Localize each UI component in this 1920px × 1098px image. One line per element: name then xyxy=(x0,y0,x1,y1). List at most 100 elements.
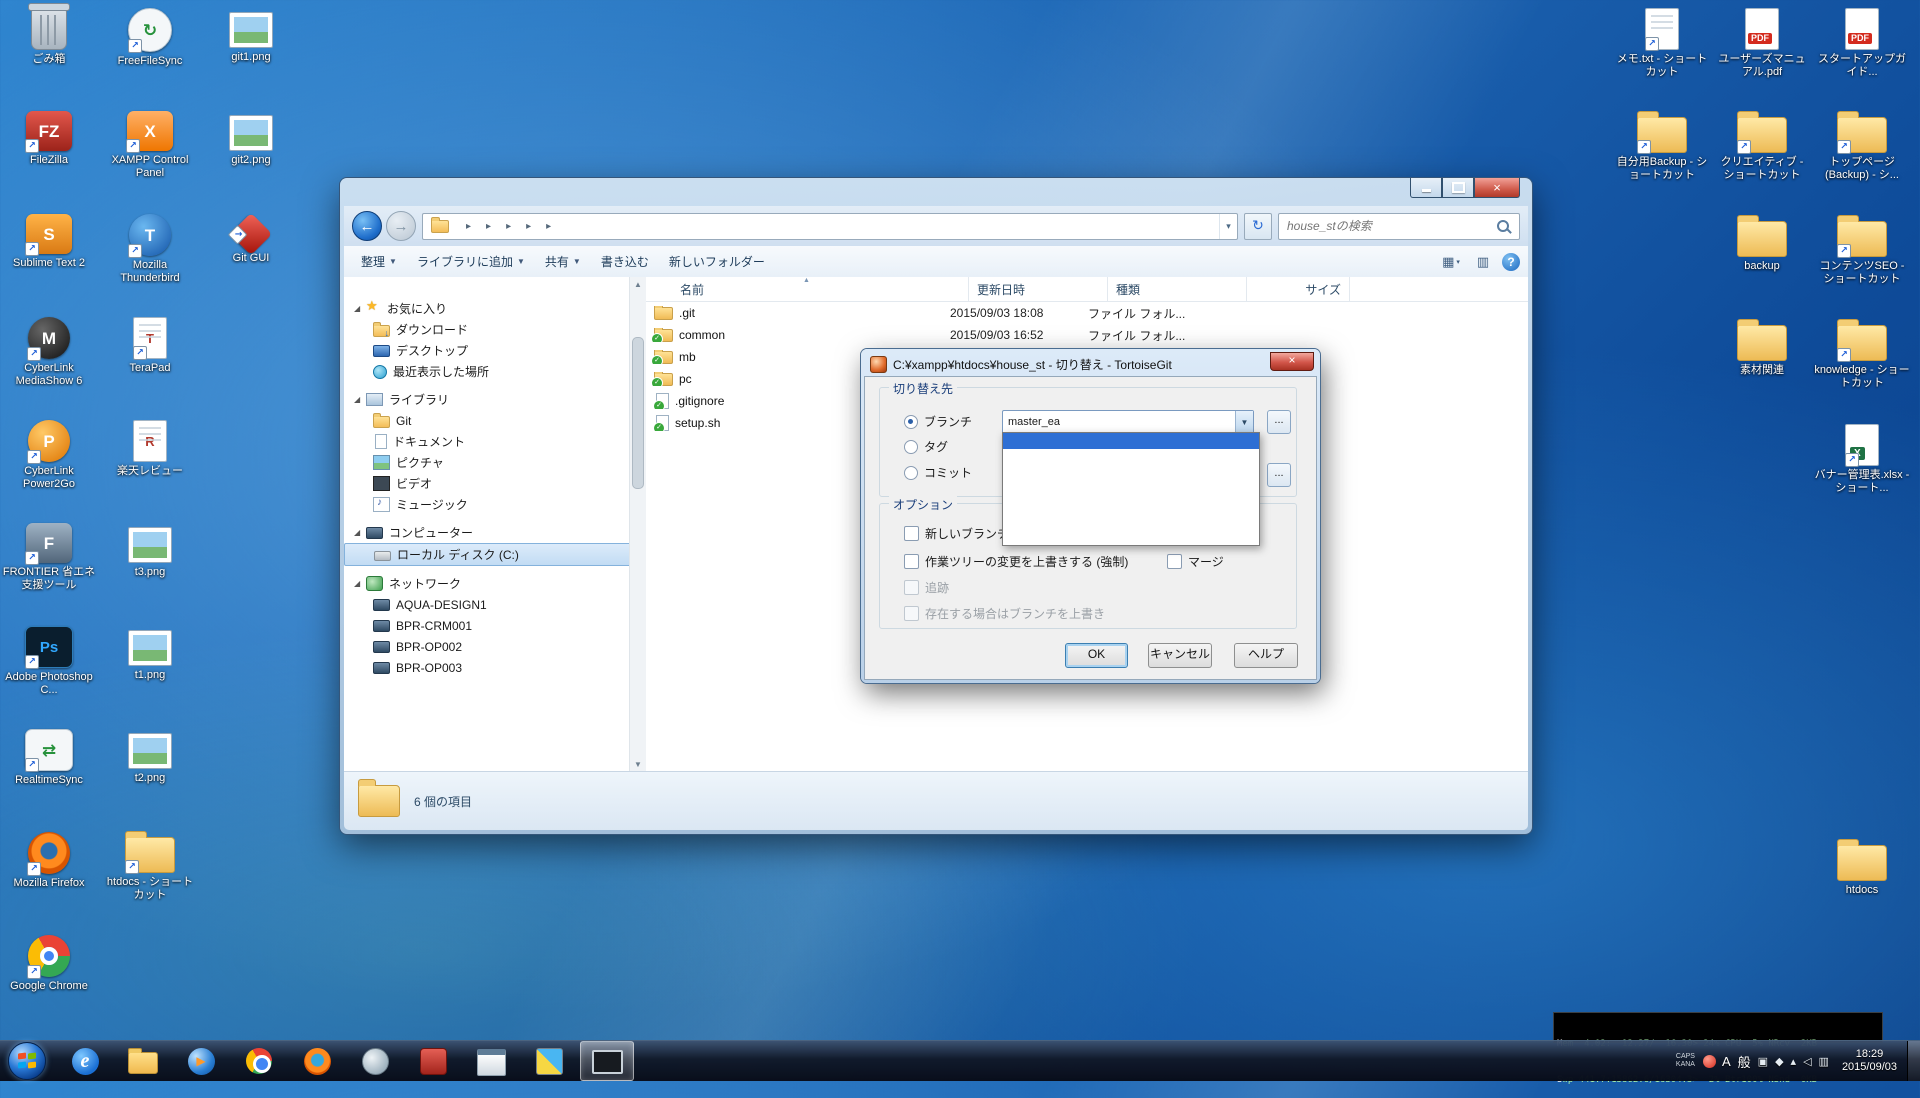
close-button[interactable]: × xyxy=(1474,178,1520,198)
sidebar-item[interactable]: ◢ Git xyxy=(344,410,646,431)
sidebar-item[interactable]: ◢ ローカル ディスク (C:) xyxy=(344,543,646,566)
sidebar-item[interactable]: ◢ ネットワーク xyxy=(344,573,646,594)
desktop-icon[interactable]: 素材関連 xyxy=(1714,320,1810,377)
desktop-icon[interactable]: htdocs xyxy=(1814,840,1910,897)
track-checkbox[interactable]: 追跡 xyxy=(904,579,949,596)
breadcrumb-segment[interactable] xyxy=(475,221,495,232)
scroll-up-icon[interactable]: ▲ xyxy=(630,277,646,292)
back-button[interactable]: ← xyxy=(352,211,382,241)
refresh-button[interactable]: ↻ xyxy=(1244,213,1272,240)
speaker-icon[interactable]: ◁ xyxy=(1803,1055,1811,1068)
breadcrumb-segment[interactable] xyxy=(495,221,515,232)
taskbar-app-icon[interactable]: e xyxy=(58,1041,112,1081)
toolbar-button[interactable]: 新しいフォルダー▼ xyxy=(660,249,774,274)
branch-option[interactable] xyxy=(1003,497,1259,513)
toolbar-button[interactable]: ライブラリに追加▼ xyxy=(408,249,534,274)
maximize-button[interactable] xyxy=(1442,178,1474,198)
cancel-button[interactable]: キャンセル xyxy=(1148,643,1212,668)
show-desktop-button[interactable] xyxy=(1907,1041,1920,1081)
desktop-icon[interactable]: PDF スタートアップガイド... xyxy=(1814,8,1910,79)
toolbar-button[interactable]: 書き込む▼ xyxy=(592,249,658,274)
ime-conversion-mode[interactable]: 般 xyxy=(1738,1052,1751,1071)
taskbar-app-icon[interactable] xyxy=(348,1041,402,1081)
expander-icon[interactable]: ◢ xyxy=(354,579,366,588)
desktop-icon[interactable]: PDF ユーザーズマニュアル.pdf xyxy=(1714,8,1810,79)
branch-option[interactable] xyxy=(1003,465,1259,481)
browse-commit-button[interactable]: ... xyxy=(1267,463,1291,487)
column-header-size[interactable]: サイズ xyxy=(1247,277,1350,301)
taskbar-app-icon[interactable] xyxy=(580,1041,634,1081)
help-button[interactable]: ヘルプ xyxy=(1234,643,1298,668)
taskbar-app-icon[interactable] xyxy=(290,1041,344,1081)
sidebar-item[interactable]: ◢ ライブラリ xyxy=(344,389,646,410)
branch-option[interactable] xyxy=(1003,481,1259,497)
sidebar-item[interactable]: ◢ ドキュメント xyxy=(344,431,646,452)
breadcrumb-segment[interactable] xyxy=(455,221,475,232)
branch-option[interactable] xyxy=(1003,513,1259,529)
branch-option[interactable] xyxy=(1003,433,1259,449)
minimize-button[interactable] xyxy=(1410,178,1442,198)
forward-button[interactable]: → xyxy=(386,211,416,241)
desktop-icon[interactable]: メモ.txt - ショートカット xyxy=(1614,8,1710,79)
sidebar-item[interactable]: ◢ デスクトップ xyxy=(344,340,646,361)
sidebar-item[interactable]: ◢ お気に入り xyxy=(344,298,646,319)
branch-combobox[interactable]: master_ea ▼ xyxy=(1002,410,1254,434)
branch-option[interactable] xyxy=(1003,449,1259,465)
ime-input-mode[interactable]: A xyxy=(1722,1054,1731,1069)
sidebar-item[interactable]: ◢ BPR-CRM001 xyxy=(344,615,646,636)
tag-radio[interactable]: タグ xyxy=(904,438,948,455)
taskbar-app-icon[interactable]: ▶ xyxy=(174,1041,228,1081)
sidebar-item[interactable]: ◢ AQUA-DESIGN1 xyxy=(344,594,646,615)
taskbar-clock[interactable]: 18:29 2015/09/03 xyxy=(1842,1048,1897,1074)
sidebar-item[interactable]: ◢ BPR-OP003 xyxy=(344,657,646,678)
breadcrumb[interactable]: ▾ xyxy=(422,213,1238,240)
ok-button[interactable]: OK xyxy=(1065,643,1128,668)
desktop-icon[interactable]: 自分用Backup - ショートカット xyxy=(1614,112,1710,182)
breadcrumb-segment[interactable] xyxy=(535,221,555,232)
file-row[interactable]: .git 2015/09/03 18:08 ファイル フォル... xyxy=(646,302,1528,324)
desktop-icon[interactable]: クリエイティブ - ショートカット xyxy=(1714,112,1810,182)
column-header-type[interactable]: 種類 xyxy=(1108,277,1247,301)
toolbar-button[interactable]: 整理▼ xyxy=(352,249,406,274)
scroll-down-icon[interactable]: ▼ xyxy=(630,757,646,772)
merge-checkbox[interactable]: マージ xyxy=(1167,553,1224,570)
branch-radio[interactable]: ブランチ xyxy=(904,413,972,430)
force-overwrite-checkbox[interactable]: 作業ツリーの変更を上書きする (強制) xyxy=(904,553,1128,570)
sidebar-item[interactable]: ◢ ビデオ xyxy=(344,473,646,494)
ime-tools-icon[interactable]: ▣ xyxy=(1758,1055,1768,1068)
scrollbar[interactable]: ▲ ▼ xyxy=(629,277,646,772)
desktop-icon[interactable]: トップページ (Backup) - シ... xyxy=(1814,112,1910,182)
sidebar-item[interactable]: ◢ コンピューター xyxy=(344,522,646,543)
browse-ref-button[interactable]: ... xyxy=(1267,410,1291,434)
column-header-date[interactable]: 更新日時 xyxy=(969,277,1108,301)
override-branch-checkbox[interactable]: 存在する場合はブランチを上書き xyxy=(904,605,1105,622)
ime-pad-icon[interactable]: ◆ xyxy=(1775,1055,1783,1068)
system-monitor-gadget[interactable]: Mem 4.02: 12.27/ 16.30> 24% CPU 5% NRcv … xyxy=(1553,1012,1883,1043)
expander-icon[interactable]: ◢ xyxy=(354,304,366,313)
hidden-icons-chevron[interactable]: ▴ xyxy=(1791,1055,1797,1068)
toolbar-button[interactable]: 共有▼ xyxy=(536,249,590,274)
column-header-name[interactable]: ▲名前 xyxy=(646,277,969,301)
address-dropdown-button[interactable]: ▾ xyxy=(1219,214,1237,239)
expander-icon[interactable]: ◢ xyxy=(354,528,366,537)
start-button[interactable] xyxy=(8,1042,46,1080)
search-input[interactable] xyxy=(1285,218,1497,234)
sidebar-item[interactable]: ◢ 最近表示した場所 xyxy=(344,361,646,382)
sidebar-item[interactable]: ◢ ミュージック xyxy=(344,494,646,515)
ime-status-icon[interactable] xyxy=(1703,1055,1716,1068)
taskbar-app-icon[interactable] xyxy=(232,1041,286,1081)
branch-option[interactable] xyxy=(1003,529,1259,545)
help-button[interactable]: ? xyxy=(1502,253,1520,271)
dialog-close-button[interactable]: × xyxy=(1270,352,1314,371)
combobox-dropdown-icon[interactable]: ▼ xyxy=(1235,411,1253,433)
change-view-button[interactable]: ▦▾ xyxy=(1438,250,1464,274)
desktop-icon[interactable]: backup xyxy=(1714,216,1810,273)
preview-pane-button[interactable]: ▥ xyxy=(1470,250,1496,274)
desktop-icon[interactable]: X バナー管理表.xlsx - ショート... xyxy=(1814,424,1910,495)
sidebar-item[interactable]: ◢ BPR-OP002 xyxy=(344,636,646,657)
taskbar-app-icon[interactable] xyxy=(522,1041,576,1081)
desktop-icon[interactable]: コンテンツSEO - ショートカット xyxy=(1814,216,1910,286)
desktop-icon[interactable]: knowledge - ショートカット xyxy=(1814,320,1910,390)
taskbar-app-icon[interactable] xyxy=(406,1041,460,1081)
scrollbar-thumb[interactable] xyxy=(632,337,644,489)
